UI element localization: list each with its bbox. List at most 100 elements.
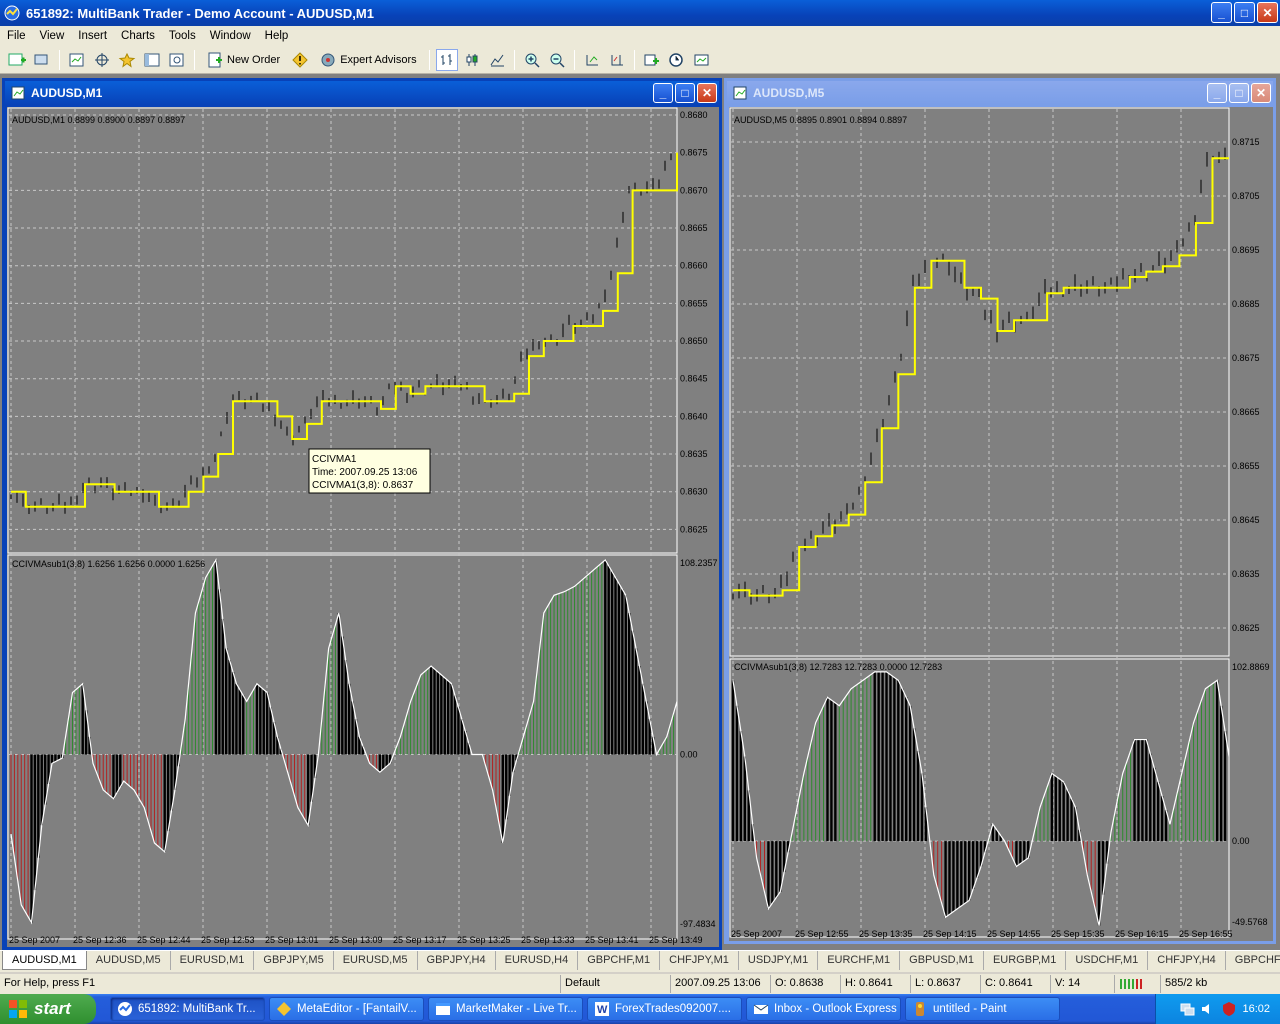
chart-tab[interactable]: CHFJPY,H4 [1148,951,1226,970]
chart-tab[interactable]: GBPJPY,M5 [254,951,334,970]
indicator-tick-label: 0.00 [1232,836,1250,846]
bar-chart-icon[interactable] [435,48,458,71]
chart-tab[interactable]: EURUSD,M1 [171,951,255,970]
auto-scroll-icon[interactable] [581,49,603,71]
chart-window-audusd-m5[interactable]: AUDUSD,M5 _ □ ✕ 0.8715 0.8705 0.8695 0.8685… [724,78,1276,944]
clock: 16:02 [1242,1003,1270,1015]
market-watch-icon[interactable] [66,49,88,71]
toolbar: New Order Expert Advisors [0,46,1280,74]
templates-icon[interactable] [691,49,713,71]
alert-icon[interactable] [289,49,311,71]
word-task-icon: W [595,1002,609,1016]
new-order-button[interactable]: New Order [201,49,286,71]
chart-minimize-button[interactable]: _ [1207,83,1227,103]
task-marketmaker[interactable]: MarketMaker - Live Tr... [428,997,583,1021]
chart-tab[interactable]: EURUSD,H4 [496,951,579,970]
crosshair-icon[interactable] [91,49,113,71]
price-tick-label: 0.8665 [680,223,708,233]
status-low: L: 0.8637 [910,975,980,993]
price-tick-label: 0.8670 [680,185,708,195]
ccivma-line [733,157,1229,597]
time-tick-label: 25 Sep 13:33 [521,935,575,945]
security-alert-icon[interactable] [1221,1001,1237,1017]
indicators-icon[interactable] [641,49,663,71]
task-forextrades[interactable]: W ForexTrades092007.... [587,997,742,1021]
status-open: O: 0.8638 [770,975,840,993]
chart-window-title-bar[interactable]: AUDUSD,M1 _ □ ✕ [5,81,719,105]
outlook-task-icon [753,1004,769,1014]
chart-tab[interactable]: EURGBP,M1 [984,951,1067,970]
cci-outline [10,558,678,925]
line-chart-icon[interactable] [486,49,508,71]
menu-insert[interactable]: Insert [71,30,114,42]
menu-tools[interactable]: Tools [162,30,203,42]
mdi-workspace: AUDUSD,M1 _ □ ✕ 0.8680 0.8675 0.8670 0.8665… [0,74,1280,950]
price-tick-label: 0.8640 [680,411,708,421]
chart-close-button[interactable]: ✕ [697,83,717,103]
status-close: C: 0.8641 [980,975,1050,993]
chart-window-title-bar[interactable]: AUDUSD,M5 _ □ ✕ [727,81,1273,105]
zoom-out-icon[interactable] [546,49,568,71]
minimize-button[interactable]: _ [1211,2,1232,23]
menu-window[interactable]: Window [203,30,258,42]
new-order-label: New Order [227,53,281,66]
maximize-button[interactable]: □ [1234,2,1255,23]
chart-tab[interactable]: GBPCHF,M1 [578,951,661,970]
tooltip-line-2: Time: 2007.09.25 13:06 [312,467,418,478]
expert-advisors-button[interactable]: Expert Advisors [314,49,422,71]
chart-tab[interactable]: USDCHF,M1 [1066,951,1149,970]
chart-tab[interactable]: AUDUSD,M5 [87,951,171,970]
task-label: MetaEditor - [FantailV... [297,1003,417,1015]
menu-charts[interactable]: Charts [114,30,162,42]
zoom-in-icon[interactable] [521,49,543,71]
network-icon[interactable] [1179,1001,1195,1017]
chart-tab[interactable]: EURCHF,M1 [818,951,901,970]
task-paint[interactable]: untitled - Paint [905,997,1060,1021]
menu-view[interactable]: View [33,30,72,42]
new-chart-icon[interactable] [6,49,28,71]
chart-tab[interactable]: USDJPY,M1 [739,951,819,970]
time-tick-label: 25 Sep 15:35 [1051,929,1105,939]
chart-tab[interactable]: GBPUSD,M1 [900,951,984,970]
chart-maximize-button[interactable]: □ [675,83,695,103]
chart-tab[interactable]: EURUSD,M5 [334,951,418,970]
menu-file[interactable]: File [0,30,33,42]
chart-tab[interactable]: GBPCHF,H [1226,951,1280,970]
profiles-icon[interactable] [31,49,53,71]
browser-task-icon [436,1003,450,1015]
task-metaeditor[interactable]: MetaEditor - [FantailV... [269,997,424,1021]
status-volume: V: 14 [1050,975,1114,993]
toolbar-separator [633,49,635,70]
chart-window-audusd-m1[interactable]: AUDUSD,M1 _ □ ✕ 0.8680 0.8675 0.8670 0.8665… [2,78,722,950]
navigator-icon[interactable] [116,49,138,71]
terminal-icon[interactable] [141,49,163,71]
price-chart-canvas[interactable]: 0.8680 0.8675 0.8670 0.8665 0.8660 0.8655 0.86… [7,107,719,947]
task-outlook-express[interactable]: Inbox - Outlook Express [746,997,901,1021]
price-tick-label: 0.8625 [1232,623,1260,633]
start-label: start [34,999,71,1018]
price-tick-label: 0.8695 [1232,245,1260,255]
status-profile: Default [560,975,670,993]
chart-shift-icon[interactable] [606,49,628,71]
strategy-tester-icon[interactable] [166,49,188,71]
close-button[interactable]: ✕ [1257,2,1278,23]
volume-icon[interactable] [1200,1001,1216,1017]
menu-help[interactable]: Help [258,30,296,42]
start-button[interactable]: start [0,994,96,1024]
time-tick-label: 25 Sep 2007 [9,935,60,945]
chart-close-button[interactable]: ✕ [1251,83,1271,103]
periods-icon[interactable] [666,49,688,71]
price-chart-canvas[interactable]: 0.8715 0.8705 0.8695 0.8685 0.8675 0.8665 0.86… [729,107,1273,941]
time-tick-label: 25 Sep 13:01 [265,935,319,945]
task-label: MarketMaker - Live Tr... [456,1003,577,1015]
chart-tab[interactable]: AUDUSD,M1 [2,951,87,970]
chart-maximize-button[interactable]: □ [1229,83,1249,103]
chart-window-title: AUDUSD,M5 [753,86,825,100]
candlestick-icon[interactable] [461,49,483,71]
chart-tab[interactable]: GBPJPY,H4 [418,951,496,970]
chart-tab[interactable]: CHFJPY,M1 [660,951,739,970]
time-tick-label: 25 Sep 16:55 [1179,929,1233,939]
time-tick-label: 25 Sep 13:25 [457,935,511,945]
task-multibank-trader[interactable]: 651892: MultiBank Tr... [110,997,265,1021]
chart-minimize-button[interactable]: _ [653,83,673,103]
